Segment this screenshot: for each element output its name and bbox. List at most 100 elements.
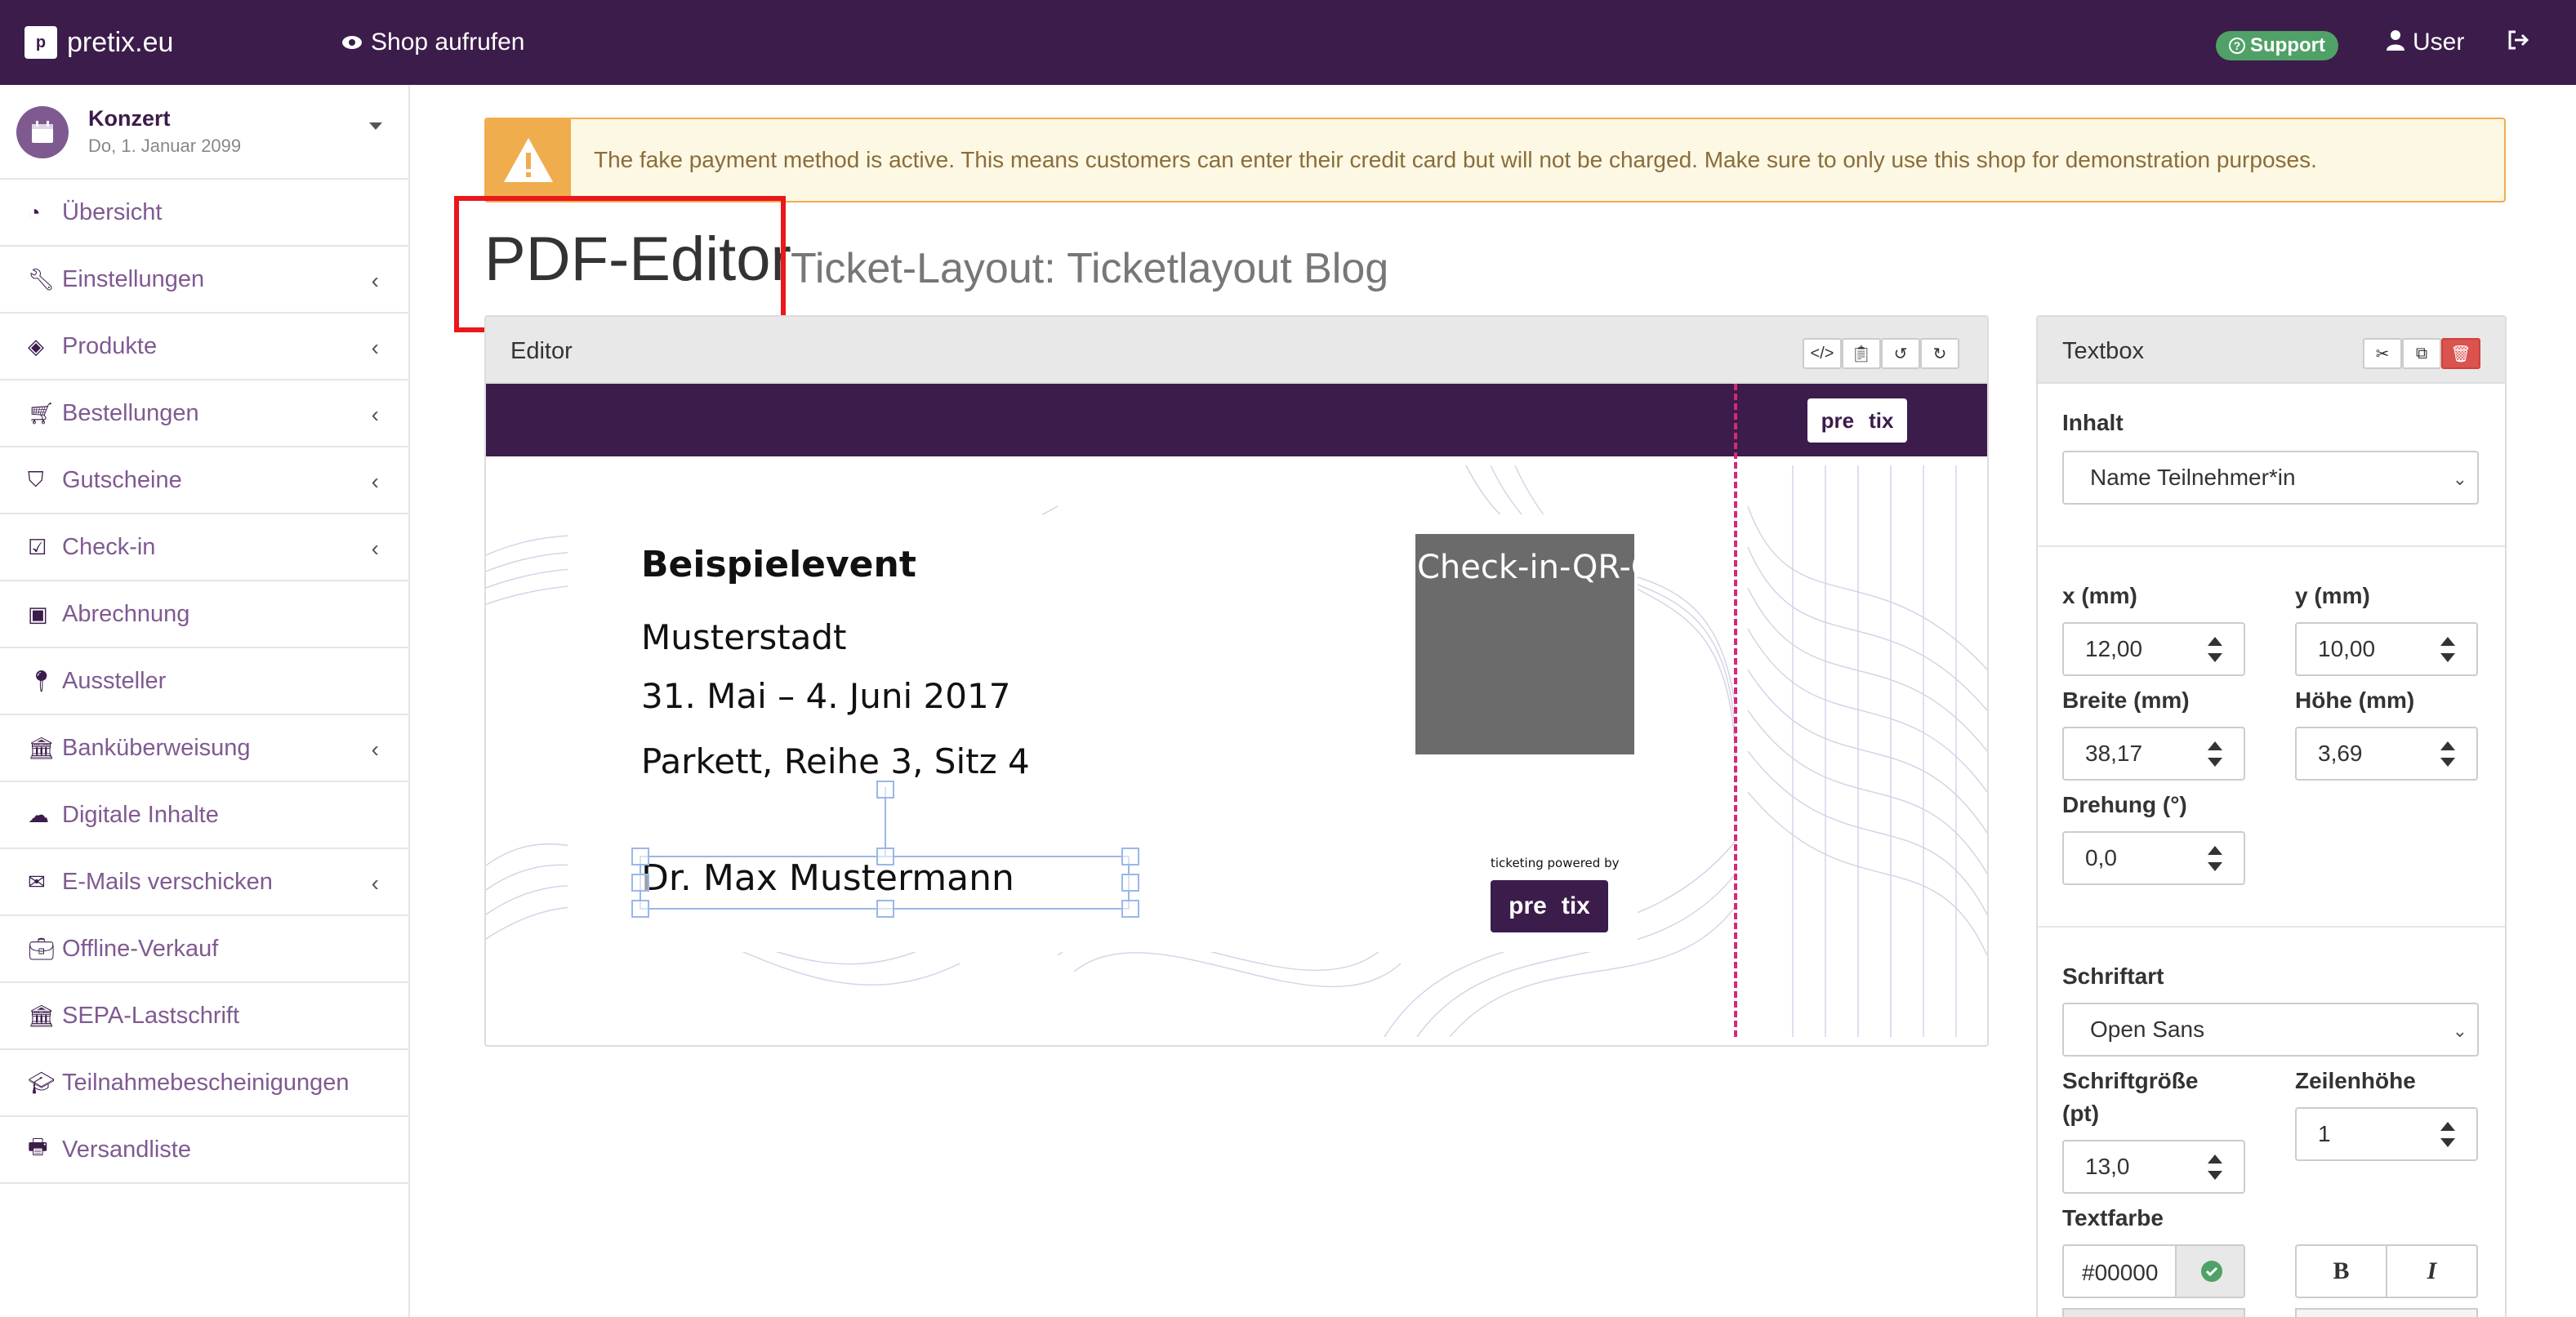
resize-handle-left[interactable] [631,874,649,892]
line-height-input[interactable]: 1 [2295,1107,2478,1161]
shop-link[interactable]: Shop aufrufen [341,24,524,60]
event-switcher[interactable]: Konzert Do, 1. Januar 2099 [0,85,408,180]
spinner-icon[interactable] [2208,635,2222,665]
spinner-icon[interactable] [2440,740,2455,769]
bold-button[interactable]: B [2297,1246,2387,1297]
resize-handle-bottom-left[interactable] [631,900,649,918]
spinner-icon[interactable] [2440,1120,2455,1150]
ticket-event-name[interactable]: Beispielevent [641,544,916,585]
y-input[interactable]: 10,00 [2295,622,2478,676]
ticket-city[interactable]: Musterstadt [641,617,847,657]
paste-icon: 📋︎ [1851,345,1872,363]
print-icon: 🖶︎ [28,1134,48,1159]
alignment-button-group[interactable] [2062,1308,2245,1317]
redo-button[interactable]: ↻ [1920,338,1959,369]
ticket-header-band [486,384,1987,456]
rotation-input[interactable]: 0,0 [2062,831,2245,885]
tags-icon: ⛉ [28,467,44,492]
sidebar-item-einstellungen[interactable]: 🔧︎ Einstellungen ‹ [0,247,408,314]
sidebar-item-uebersicht[interactable]: ◔ Übersicht [0,180,408,247]
width-label: Breite (mm) [2062,687,2190,713]
sidebar-item-check-in[interactable]: ☑ Check-in ‹ [0,514,408,581]
content-select[interactable]: Name Teilnehmer*in ⌄ [2062,451,2479,505]
sidebar-item-e-mails[interactable]: ✉ E-Mails verschicken ‹ [0,849,408,916]
sidebar-item-teilnahmebescheinigungen[interactable]: 🎓︎ Teilnahmebescheinigungen [0,1050,408,1117]
ticket-seat[interactable]: Parkett, Reihe 3, Sitz 4 [641,741,1030,781]
undo-button[interactable]: ↺ [1881,338,1920,369]
logout-button[interactable] [2507,24,2530,60]
height-input-value: 3,69 [2318,741,2363,766]
sidebar-item-versandliste[interactable]: 🖶︎ Versandliste [0,1117,408,1184]
resize-handle-top-left[interactable] [631,848,649,865]
section-divider [2038,926,2505,928]
editor-heading: Editor [510,338,573,364]
content-select-value: Name Teilnehmer*in [2090,465,2296,490]
support-button[interactable]: ? Support [2216,31,2338,60]
width-input[interactable]: 38,17 [2062,727,2245,781]
sidebar-item-bankueberweisung[interactable]: 🏛︎ Banküberweisung ‹ [0,715,408,782]
font-size-input[interactable]: 13,0 [2062,1140,2245,1194]
cut-button[interactable]: ✂ [2363,338,2402,369]
sidebar-item-label: Gutscheine [62,466,182,493]
alert-text: The fake payment method is active. This … [594,147,2317,172]
pretix-logo-icon: p [25,26,57,59]
chevron-left-icon: ‹ [371,268,379,293]
logo-right-text: tix [1869,407,1894,433]
sidebar-item-label: Teilnahmebescheinigungen [62,1069,350,1096]
ticket-dates[interactable]: 31. Mai – 4. Juni 2017 [641,676,1010,716]
ticket-canvas[interactable]: pre tix Beispielevent Musterstadt 31. Ma… [486,384,1987,1037]
line-height-label: Zeilenhöhe [2295,1068,2416,1093]
spinner-icon[interactable] [2208,1153,2222,1182]
x-label: x (mm) [2062,583,2137,608]
spinner-icon[interactable] [2440,635,2455,665]
text-color-picker[interactable]: #00000 [2062,1244,2245,1298]
source-code-button[interactable]: </> [1803,338,1842,369]
chevron-left-icon: ‹ [371,870,379,896]
spinner-icon[interactable] [2208,740,2222,769]
delete-button[interactable]: 🗑︎ [2441,338,2480,369]
undo-icon: ↺ [1893,345,1908,363]
sidebar-item-digitale-inhalte[interactable]: ☁ Digitale Inhalte [0,782,408,849]
copy-button[interactable]: ⧉ [2402,338,2441,369]
envelope-icon: ✉ [28,869,46,894]
spinner-icon[interactable] [2208,844,2222,874]
textbox-panel-heading: Textbox ✂ ⧉ 🗑︎ [2038,317,2505,384]
brand-name: pretix.eu [67,26,174,58]
sidebar-item-label: SEPA-Lastschrift [62,1002,240,1029]
paste-button[interactable]: 📋︎ [1842,338,1881,369]
sidebar-item-label: Übersicht [62,198,163,225]
x-input[interactable]: 12,00 [2062,622,2245,676]
brand-link[interactable]: p pretix.eu [25,24,173,60]
rotation-label: Drehung (°) [2062,792,2187,817]
font-select[interactable]: Open Sans ⌄ [2062,1003,2479,1057]
rotation-handle[interactable] [876,781,894,799]
sidebar-item-sepa-lastschrift[interactable]: 🏛︎ SEPA-Lastschrift [0,983,408,1050]
resize-handle-bottom[interactable] [876,900,894,918]
height-input[interactable]: 3,69 [2295,727,2478,781]
user-label: User [2413,29,2465,56]
text-color-label: Textfarbe [2062,1205,2164,1230]
resize-handle-top[interactable] [876,848,894,865]
qr-code-placeholder[interactable]: Check-in-QR-C [1415,534,1634,754]
wrench-icon: 🔧︎ [28,266,56,291]
powered-by-text: ticketing powered by [1491,856,1620,870]
content-label: Inhalt [2062,410,2124,435]
user-menu[interactable]: User [2387,24,2464,60]
italic-button[interactable]: I [2387,1246,2476,1297]
sidebar-item-produkte[interactable]: ◈ Produkte ‹ [0,314,408,380]
resize-handle-right[interactable] [1121,874,1139,892]
fake-payment-alert: The fake payment method is active. This … [484,118,2506,202]
sidebar-item-offline-verkauf[interactable]: 💼︎ Offline-Verkauf [0,916,408,983]
sidebar-item-label: Abrechnung [62,600,190,627]
y-label: y (mm) [2295,583,2370,608]
font-size-unit-label: (pt) [2062,1101,2100,1126]
sidebar-item-label: Versandliste [62,1136,191,1163]
sidebar-item-abrechnung[interactable]: ▣ Abrechnung [0,581,408,648]
sidebar-item-bestellungen[interactable]: 🛒︎ Bestellungen ‹ [0,380,408,447]
sidebar-item-aussteller[interactable]: 📍︎ Aussteller [0,648,408,715]
resize-handle-top-right[interactable] [1121,848,1139,865]
sidebar-item-gutscheine[interactable]: ⛉ Gutscheine ‹ [0,447,408,514]
font-select-value: Open Sans [2090,1017,2205,1042]
resize-handle-bottom-right[interactable] [1121,900,1139,918]
decoration-button-group[interactable] [2295,1308,2478,1317]
